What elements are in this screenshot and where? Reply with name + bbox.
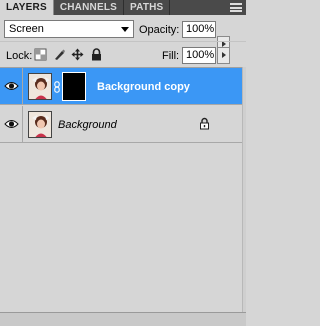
visibility-toggle[interactable] <box>0 106 23 143</box>
eye-icon <box>4 120 19 128</box>
fill-label: Fill: <box>162 50 180 62</box>
panel-tab-bar: LAYERS CHANNELS PATHS <box>0 0 246 15</box>
lock-transparent-pixels-icon[interactable] <box>34 48 47 61</box>
eye-icon <box>4 82 19 90</box>
layers-scrollbar[interactable] <box>242 67 246 312</box>
opacity-input[interactable]: 100% <box>182 21 216 38</box>
fill-slider-button[interactable] <box>217 47 230 64</box>
tab-bar-spacer <box>170 0 246 15</box>
lock-all-icon[interactable] <box>90 48 103 61</box>
layer-name: Background copy <box>97 81 190 93</box>
opacity-label: Opacity: <box>139 24 180 36</box>
lock-fill-row: Lock: Fill: 100% <box>0 41 246 67</box>
chevron-down-icon <box>121 27 129 32</box>
lock-label: Lock: <box>6 50 33 62</box>
panel-menu-icon[interactable] <box>230 3 242 12</box>
layer-row-background-copy[interactable]: Background copy <box>0 68 242 105</box>
visibility-toggle[interactable] <box>0 68 23 105</box>
layer-row-background[interactable]: Background <box>0 106 242 143</box>
photo-thumbnail-icon <box>29 112 51 137</box>
blend-mode-value: Screen <box>9 23 44 35</box>
lock-position-icon[interactable] <box>71 48 84 61</box>
blend-opacity-row: Screen Opacity: 100% <box>0 15 246 53</box>
fill-input[interactable]: 100% <box>182 47 216 64</box>
tab-channels[interactable]: CHANNELS <box>54 0 125 15</box>
tab-paths[interactable]: PATHS <box>124 0 171 15</box>
layer-thumbnail[interactable] <box>28 73 52 100</box>
mask-link-icon[interactable] <box>54 81 60 93</box>
blend-mode-select[interactable]: Screen <box>4 20 134 38</box>
lock-image-pixels-icon[interactable] <box>53 48 66 61</box>
layer-mask-thumbnail[interactable] <box>62 72 86 101</box>
layer-thumbnail[interactable] <box>28 111 52 138</box>
panel-bottom-bar <box>0 312 246 326</box>
tab-layers[interactable]: LAYERS <box>0 0 54 15</box>
layer-name: Background <box>58 119 117 131</box>
photo-thumbnail-icon <box>29 74 51 99</box>
lock-icon <box>200 117 209 130</box>
layers-list: Background copy Background <box>0 67 242 312</box>
